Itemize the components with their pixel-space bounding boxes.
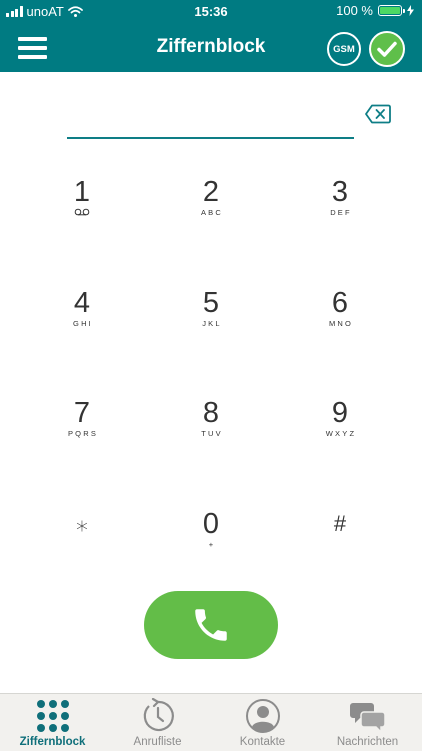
charging-icon xyxy=(407,5,414,16)
key-letters: WXYZ xyxy=(325,429,357,438)
key-0[interactable]: 0 + xyxy=(156,497,266,577)
gsm-button[interactable]: GSM xyxy=(327,32,361,66)
contact-person-icon xyxy=(245,699,280,733)
key-letters: DEF xyxy=(330,208,352,217)
tab-label: Anrufliste xyxy=(133,736,182,748)
key-letters: + xyxy=(208,540,216,549)
key-digit: 1 xyxy=(73,176,91,208)
key-7[interactable]: 7 PQRS xyxy=(27,386,137,466)
key-letters: JKL xyxy=(202,319,222,328)
key-9[interactable]: 9 WXYZ xyxy=(285,386,395,466)
tab-ziffernblock[interactable]: Ziffernblock xyxy=(0,694,105,751)
call-button[interactable] xyxy=(144,591,278,659)
key-letters: TUV xyxy=(201,429,223,438)
tab-label: Kontakte xyxy=(239,736,286,748)
key-digit: 0 xyxy=(202,508,220,540)
battery-icon xyxy=(378,5,405,16)
app-header: unoAT 15:36 100 % Ziffernblock GSM xyxy=(0,0,422,72)
key-digit: 2 xyxy=(202,176,220,208)
key-digit: 8 xyxy=(202,397,220,429)
tab-label: Ziffernblock xyxy=(19,736,86,748)
history-clock-icon xyxy=(143,698,174,732)
key-3[interactable]: 3 DEF xyxy=(285,165,395,245)
key-digit: 9 xyxy=(331,397,349,429)
key-digit: 5 xyxy=(202,287,220,319)
key-4[interactable]: 4 GHI xyxy=(27,276,137,356)
key-letters: MNO xyxy=(328,319,354,328)
tab-anrufliste[interactable]: Anrufliste xyxy=(105,694,210,751)
backspace-icon[interactable] xyxy=(365,104,391,124)
key-hash[interactable]: # xyxy=(285,497,395,577)
key-6[interactable]: 6 MNO xyxy=(285,276,395,356)
keypad-icon xyxy=(36,700,69,732)
key-digit: 6 xyxy=(331,287,349,319)
key-digit: 3 xyxy=(331,176,349,208)
key-2[interactable]: 2 ABC xyxy=(156,165,266,245)
key-letters: ABC xyxy=(200,208,224,217)
tab-kontakte[interactable]: Kontakte xyxy=(210,694,315,751)
chat-bubbles-icon xyxy=(349,703,386,734)
key-digit: ⁎ xyxy=(76,510,88,537)
phone-icon xyxy=(195,609,227,641)
status-right: 100 % xyxy=(336,3,414,18)
number-underline xyxy=(67,137,354,139)
battery-percent: 100 % xyxy=(336,3,373,18)
key-digit: # xyxy=(333,511,347,536)
key-8[interactable]: 8 TUV xyxy=(156,386,266,466)
tab-nachrichten[interactable]: Nachrichten xyxy=(315,694,420,751)
key-letters: PQRS xyxy=(67,429,99,438)
key-digit: 4 xyxy=(73,287,91,319)
voicemail-icon xyxy=(74,208,90,216)
status-bar: unoAT 15:36 100 % xyxy=(0,0,422,24)
tab-label: Nachrichten xyxy=(336,736,399,748)
key-1[interactable]: 1 xyxy=(27,165,137,245)
tab-bar: Ziffernblock Anrufliste Kontakte Nachric… xyxy=(0,693,422,751)
phone-number-input[interactable] xyxy=(67,100,358,132)
checkmark-circle-icon[interactable] xyxy=(369,31,405,67)
key-5[interactable]: 5 JKL xyxy=(156,276,266,356)
key-star[interactable]: ⁎ xyxy=(27,497,137,577)
key-digit: 7 xyxy=(73,397,91,429)
key-letters: GHI xyxy=(73,319,93,328)
